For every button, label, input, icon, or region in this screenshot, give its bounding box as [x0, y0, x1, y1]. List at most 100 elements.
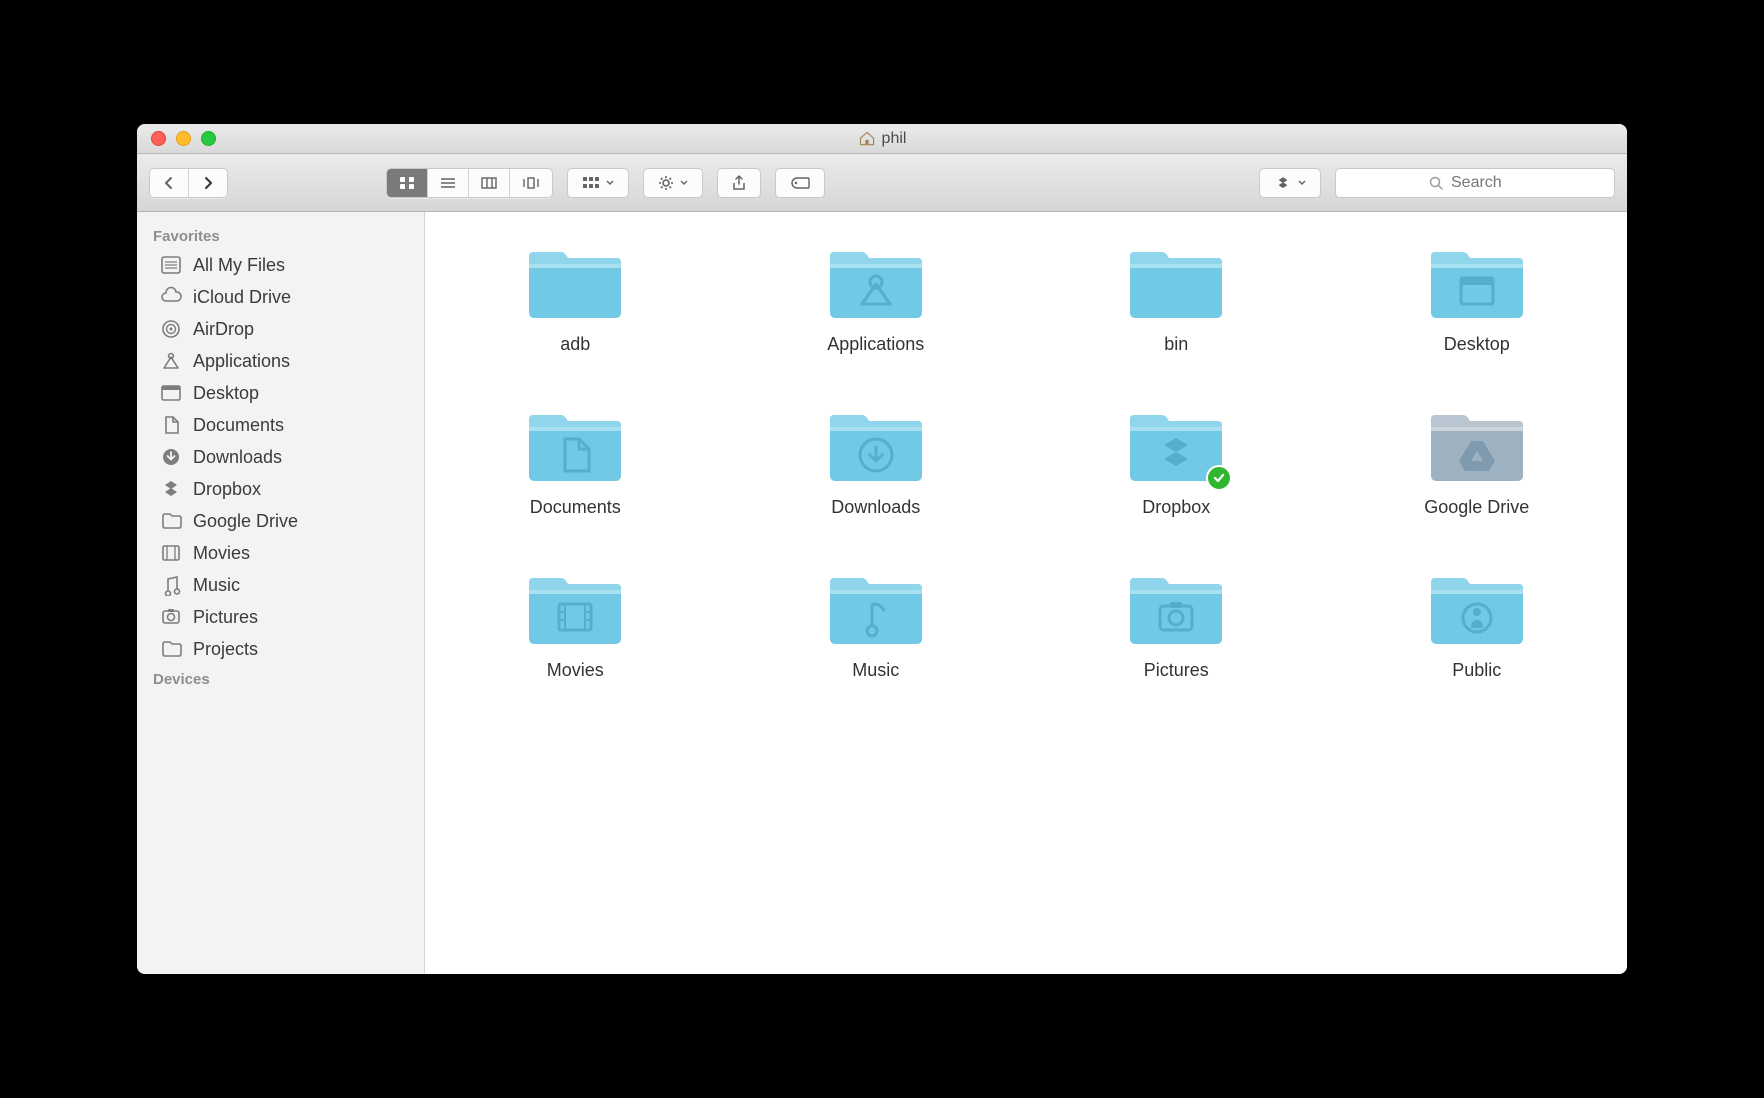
sync-ok-badge	[1206, 465, 1232, 491]
folder-item-public[interactable]: Public	[1427, 568, 1527, 681]
sidebar-item-label: Google Drive	[193, 511, 298, 532]
folder-item-adb[interactable]: adb	[525, 242, 625, 355]
sidebar-item-music[interactable]: Music	[137, 569, 424, 601]
item-label: Documents	[530, 497, 621, 518]
back-button[interactable]	[150, 169, 189, 197]
item-label: Movies	[547, 660, 604, 681]
sidebar-item-label: Desktop	[193, 383, 259, 404]
zoom-button[interactable]	[201, 131, 216, 146]
sidebar-item-desktop[interactable]: Desktop	[137, 377, 424, 409]
grid-icon	[399, 176, 415, 190]
folder-item-documents[interactable]: Documents	[525, 405, 625, 518]
coverflow-icon	[522, 176, 540, 190]
dropbox-toolbar-button[interactable]	[1259, 168, 1321, 198]
window-body: Favorites All My Files iCloud Drive AirDrop…	[137, 212, 1627, 974]
window-title: phil	[137, 130, 1627, 148]
folder-icon	[525, 242, 625, 324]
sidebar-item-label: AirDrop	[193, 319, 254, 340]
view-icon-button[interactable]	[387, 169, 428, 197]
arrange-icon	[582, 176, 600, 190]
sidebar-item-downloads[interactable]: Downloads	[137, 441, 424, 473]
folder-item-movies[interactable]: Movies	[525, 568, 625, 681]
item-label: Downloads	[831, 497, 920, 518]
search-input[interactable]	[1451, 174, 1521, 192]
sidebar-item-label: Music	[193, 575, 240, 596]
folder-item-music[interactable]: Music	[826, 568, 926, 681]
chevron-down-icon	[680, 180, 688, 186]
sidebar-section-header: Favorites	[137, 222, 424, 249]
share-icon	[732, 175, 746, 191]
folder-icon	[159, 510, 183, 532]
columns-icon	[481, 176, 497, 190]
search-icon	[1429, 176, 1443, 190]
folder-item-desktop[interactable]: Desktop	[1427, 242, 1527, 355]
sidebar-item-movies[interactable]: Movies	[137, 537, 424, 569]
sidebar-item-documents[interactable]: Documents	[137, 409, 424, 441]
finder-window: phil	[137, 124, 1627, 974]
folder-item-bin[interactable]: bin	[1126, 242, 1226, 355]
content-area[interactable]: adb Applications bin Desktop Documents Downlo…	[425, 212, 1627, 974]
item-label: Pictures	[1144, 660, 1209, 681]
sidebar-item-icloud-drive[interactable]: iCloud Drive	[137, 281, 424, 313]
item-label: Google Drive	[1424, 497, 1529, 518]
sidebar-item-dropbox[interactable]: Dropbox	[137, 473, 424, 505]
folder-item-google-drive[interactable]: Google Drive	[1424, 405, 1529, 518]
folder-icon	[525, 405, 625, 487]
item-label: Desktop	[1444, 334, 1510, 355]
folder-item-pictures[interactable]: Pictures	[1126, 568, 1226, 681]
search-field[interactable]	[1335, 168, 1615, 198]
sidebar-item-applications[interactable]: Applications	[137, 345, 424, 377]
close-button[interactable]	[151, 131, 166, 146]
view-column-button[interactable]	[469, 169, 510, 197]
sidebar-item-airdrop[interactable]: AirDrop	[137, 313, 424, 345]
chevron-down-icon	[606, 180, 614, 186]
item-label: Dropbox	[1142, 497, 1210, 518]
folder-icon	[1126, 242, 1226, 324]
sidebar-item-label: Applications	[193, 351, 290, 372]
music-icon	[159, 574, 183, 596]
sidebar: Favorites All My Files iCloud Drive AirDrop…	[137, 212, 425, 974]
action-button[interactable]	[643, 168, 703, 198]
chevron-left-icon	[162, 176, 176, 190]
movies-icon	[159, 542, 183, 564]
folder-icon	[525, 568, 625, 650]
traffic-lights	[137, 131, 216, 146]
list-icon	[440, 176, 456, 190]
gear-icon	[658, 175, 674, 191]
sidebar-item-label: Projects	[193, 639, 258, 660]
sidebar-item-label: All My Files	[193, 255, 285, 276]
folder-item-applications[interactable]: Applications	[826, 242, 926, 355]
sidebar-item-projects[interactable]: Projects	[137, 633, 424, 665]
item-label: bin	[1164, 334, 1188, 355]
item-label: adb	[560, 334, 590, 355]
tags-button[interactable]	[775, 168, 825, 198]
sidebar-item-pictures[interactable]: Pictures	[137, 601, 424, 633]
minimize-button[interactable]	[176, 131, 191, 146]
home-icon	[858, 130, 876, 148]
sidebar-item-label: Downloads	[193, 447, 282, 468]
airdrop-icon	[159, 318, 183, 340]
dropbox-icon	[1274, 175, 1292, 191]
all-my-files-icon	[159, 254, 183, 276]
sidebar-item-label: Movies	[193, 543, 250, 564]
folder-icon	[1126, 405, 1226, 487]
icon-grid: adb Applications bin Desktop Documents Downlo…	[465, 242, 1587, 681]
folder-item-downloads[interactable]: Downloads	[826, 405, 926, 518]
item-label: Applications	[827, 334, 924, 355]
forward-button[interactable]	[189, 169, 227, 197]
share-button[interactable]	[717, 168, 761, 198]
documents-icon	[159, 414, 183, 436]
view-list-button[interactable]	[428, 169, 469, 197]
view-coverflow-button[interactable]	[510, 169, 552, 197]
tag-icon	[790, 176, 810, 190]
folder-item-dropbox[interactable]: Dropbox	[1126, 405, 1226, 518]
sidebar-item-label: Documents	[193, 415, 284, 436]
titlebar[interactable]: phil	[137, 124, 1627, 154]
folder-icon	[826, 242, 926, 324]
arrange-button[interactable]	[567, 168, 629, 198]
sidebar-item-all-my-files[interactable]: All My Files	[137, 249, 424, 281]
toolbar	[137, 154, 1627, 212]
sidebar-item-google-drive[interactable]: Google Drive	[137, 505, 424, 537]
nav-buttons	[149, 168, 228, 198]
folder-icon	[1427, 568, 1527, 650]
